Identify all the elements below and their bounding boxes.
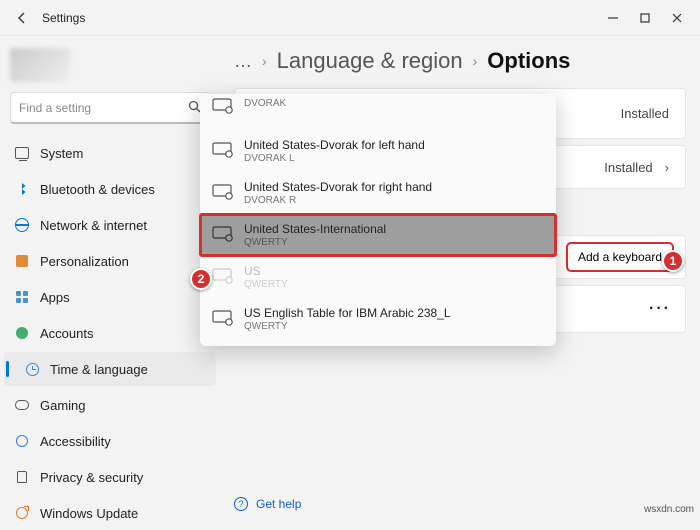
- dropdown-item[interactable]: United States-Dvorak for left handDVORAK…: [200, 130, 556, 172]
- sidebar-item-network[interactable]: Network & internet: [4, 208, 216, 242]
- nav-list: System Bluetooth & devices Network & int…: [4, 136, 216, 530]
- system-icon: [14, 145, 30, 161]
- sidebar-item-label: Time & language: [50, 362, 148, 377]
- annotation-marker-2: 2: [190, 268, 212, 290]
- sidebar-item-time-language[interactable]: Time & language: [4, 352, 216, 386]
- dropdown-item-sub: DVORAK: [244, 98, 286, 109]
- sidebar-item-label: Personalization: [40, 254, 129, 269]
- sidebar-item-update[interactable]: Windows Update: [4, 496, 216, 530]
- sidebar-item-gaming[interactable]: Gaming: [4, 388, 216, 422]
- sidebar-item-apps[interactable]: Apps: [4, 280, 216, 314]
- dropdown-item-sub: QWERTY: [244, 321, 451, 332]
- dropdown-item-name: United States-Dvorak for right hand: [244, 180, 432, 194]
- update-icon: [14, 505, 30, 521]
- sidebar-item-accessibility[interactable]: Accessibility: [4, 424, 216, 458]
- dropdown-item-sub: QWERTY: [244, 237, 386, 248]
- sidebar-item-label: Windows Update: [40, 506, 138, 521]
- card-status: Installed: [604, 160, 652, 175]
- dropdown-item[interactable]: United States-Dvorak for right handDVORA…: [200, 172, 556, 214]
- keyboard-layout-dropdown: DVORAK United States-Dvorak for left han…: [200, 94, 556, 346]
- sidebar-item-bluetooth[interactable]: Bluetooth & devices: [4, 172, 216, 206]
- keyboard-icon: [212, 98, 234, 117]
- sidebar-item-label: Privacy & security: [40, 470, 143, 485]
- dropdown-item[interactable]: US English Table for IBM Arabic 238_LQWE…: [200, 298, 556, 340]
- keyboard-icon: [212, 310, 234, 329]
- close-button[interactable]: [670, 11, 684, 25]
- apps-icon: [14, 289, 30, 305]
- breadcrumb-level-1[interactable]: Language & region: [277, 48, 463, 74]
- dropdown-item-name: US English Table for IBM Arabic 238_L: [244, 306, 451, 320]
- more-button[interactable]: ···: [649, 300, 671, 318]
- keyboard-icon: [212, 184, 234, 203]
- dropdown-item-sub: DVORAK L: [244, 153, 425, 164]
- gaming-icon: [14, 397, 30, 413]
- sidebar-item-label: System: [40, 146, 83, 161]
- accessibility-icon: [14, 433, 30, 449]
- dropdown-item-name: US: [244, 264, 288, 278]
- chevron-right-icon: ›: [665, 160, 669, 175]
- breadcrumb: … › Language & region › Options: [234, 48, 686, 74]
- search-placeholder: Find a setting: [19, 101, 91, 115]
- sidebar-item-label: Accessibility: [40, 434, 111, 449]
- dropdown-item-disabled: USQWERTY: [200, 256, 556, 298]
- help-icon: ?: [234, 497, 248, 511]
- sidebar-item-label: Accounts: [40, 326, 93, 341]
- credit-text: wsxdn.com: [644, 504, 694, 515]
- keyboard-icon: [212, 268, 234, 287]
- maximize-button[interactable]: [638, 11, 652, 25]
- sidebar-item-label: Gaming: [40, 398, 86, 413]
- breadcrumb-level-2: Options: [487, 48, 570, 74]
- dropdown-item-sub: QWERTY: [244, 279, 288, 290]
- accounts-icon: [14, 325, 30, 341]
- sidebar-item-label: Apps: [40, 290, 70, 305]
- personalization-icon: [14, 253, 30, 269]
- bluetooth-icon: [14, 181, 30, 197]
- dropdown-item-name: United States-Dvorak for left hand: [244, 138, 425, 152]
- sidebar-item-personalization[interactable]: Personalization: [4, 244, 216, 278]
- sidebar-item-system[interactable]: System: [4, 136, 216, 170]
- chevron-right-icon: ›: [262, 53, 267, 69]
- annotation-marker-1: 1: [662, 250, 684, 272]
- breadcrumb-overflow[interactable]: …: [234, 51, 252, 72]
- sidebar-item-privacy[interactable]: Privacy & security: [4, 460, 216, 494]
- sidebar-item-label: Network & internet: [40, 218, 147, 233]
- back-button[interactable]: [8, 4, 36, 32]
- sidebar: Find a setting System Bluetooth & device…: [0, 36, 220, 517]
- search-input[interactable]: Find a setting: [10, 92, 210, 124]
- titlebar: Settings: [0, 0, 700, 36]
- window-title: Settings: [42, 11, 85, 25]
- time-language-icon: [24, 361, 40, 377]
- privacy-icon: [14, 469, 30, 485]
- keyboard-icon: [212, 142, 234, 161]
- dropdown-item-selected[interactable]: United States-InternationalQWERTY: [200, 214, 556, 256]
- keyboard-icon: [212, 226, 234, 245]
- arrow-left-icon: [15, 11, 29, 25]
- sidebar-item-label: Bluetooth & devices: [40, 182, 155, 197]
- minimize-button[interactable]: [606, 11, 620, 25]
- dropdown-item-sub: DVORAK R: [244, 195, 432, 206]
- chevron-right-icon: ›: [473, 53, 478, 69]
- dropdown-item-name: United States-International: [244, 222, 386, 236]
- sidebar-item-accounts[interactable]: Accounts: [4, 316, 216, 350]
- add-keyboard-button[interactable]: Add a keyboard: [567, 243, 673, 271]
- dropdown-item[interactable]: DVORAK: [200, 98, 556, 130]
- network-icon: [14, 217, 30, 233]
- window-buttons: [606, 11, 692, 25]
- help-label: Get help: [256, 497, 301, 511]
- get-help-link[interactable]: ? Get help: [234, 497, 301, 511]
- avatar[interactable]: [10, 48, 70, 82]
- card-status: Installed: [621, 106, 669, 121]
